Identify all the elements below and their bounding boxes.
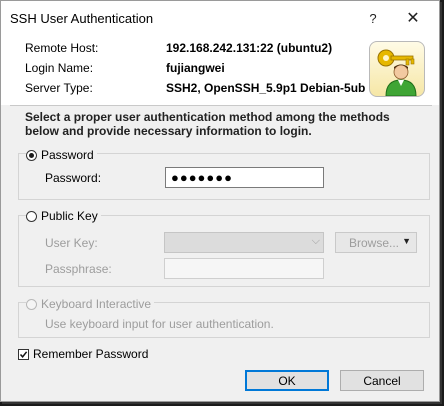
login-name-label: Login Name: xyxy=(25,61,94,75)
remote-host-value: 192.168.242.131:22 (ubuntu2) xyxy=(166,41,333,55)
browse-button: Browse... ▼ xyxy=(335,232,417,253)
cancel-button[interactable]: Cancel xyxy=(340,370,424,391)
instructions-text: Select a proper user authentication meth… xyxy=(25,110,390,138)
password-radio-button[interactable] xyxy=(26,149,37,161)
user-key-label: User Key: xyxy=(45,236,98,250)
password-radio[interactable]: Password xyxy=(26,147,97,163)
passphrase-input xyxy=(164,258,324,279)
help-button[interactable]: ? xyxy=(351,5,395,31)
ok-button[interactable]: OK xyxy=(245,370,329,391)
keyboard-interactive-radio-button xyxy=(26,298,37,310)
remember-password-row[interactable]: Remember Password xyxy=(18,347,148,361)
public-key-radio[interactable]: Public Key xyxy=(26,208,101,224)
remember-password-label: Remember Password xyxy=(33,347,149,361)
remote-host-label: Remote Host: xyxy=(25,41,99,55)
server-type-label: Server Type: xyxy=(25,81,93,95)
keyboard-interactive-radio: Keyboard Interactive xyxy=(26,296,155,312)
window-title: SSH User Authentication xyxy=(10,11,154,26)
password-field-label: Password: xyxy=(45,171,102,185)
keyboard-interactive-radio-label: Keyboard Interactive xyxy=(41,297,152,311)
login-name-value: fujiangwei xyxy=(166,61,225,75)
ssh-auth-dialog: SSH User Authentication ? ✕ Remote Host:… xyxy=(0,0,440,402)
password-input[interactable]: ●●●●●●● xyxy=(165,167,324,188)
server-type-value: SSH2, OpenSSH_5.9p1 Debian-5ub xyxy=(166,81,366,95)
title-bar[interactable]: SSH User Authentication ? ✕ xyxy=(1,1,439,35)
passphrase-label: Passphrase: xyxy=(45,262,112,276)
password-radio-label: Password xyxy=(41,148,94,162)
checkmark-icon xyxy=(19,350,28,358)
close-button[interactable]: ✕ xyxy=(391,5,435,31)
public-key-radio-button[interactable] xyxy=(26,210,37,222)
connection-info: Remote Host: 192.168.242.131:22 (ubuntu2… xyxy=(1,35,439,105)
dropdown-arrow-icon: ▼ xyxy=(402,236,411,246)
user-key-select: ⌵ xyxy=(164,232,324,253)
remember-password-checkbox[interactable] xyxy=(18,348,29,360)
chevron-down-icon: ⌵ xyxy=(311,235,320,247)
public-key-radio-label: Public Key xyxy=(41,209,98,223)
key-user-icon xyxy=(369,41,425,97)
keyboard-interactive-description: Use keyboard input for user authenticati… xyxy=(45,317,274,331)
header-separator xyxy=(10,105,432,106)
browse-button-label: Browse... xyxy=(349,235,400,250)
